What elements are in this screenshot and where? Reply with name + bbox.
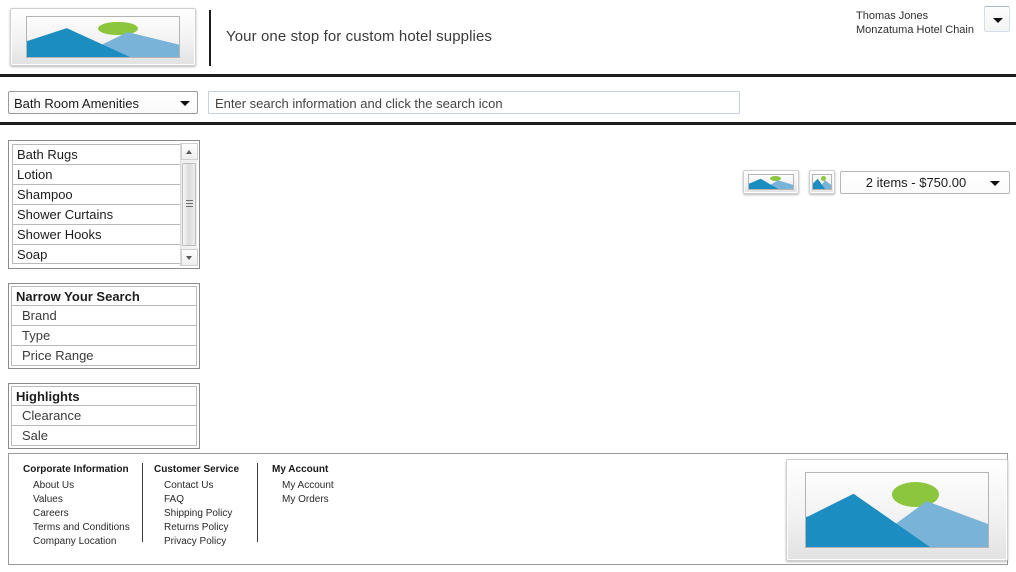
footer-link[interactable]: Values — [23, 493, 130, 507]
footer-link[interactable]: Returns Policy — [154, 521, 239, 535]
user-menu-button[interactable] — [984, 6, 1010, 32]
site-tagline: Your one stop for custom hotel supplies — [226, 28, 493, 45]
category-list-item[interactable]: Lotion — [12, 164, 182, 184]
sidebar: Bath Rugs Lotion Shampoo Shower Curtains Sho… — [8, 140, 200, 449]
cart-summary-label: 2 items - $750.00 — [865, 175, 967, 190]
footer-logo-inner-frame — [804, 472, 990, 548]
footer-link[interactable]: My Orders — [272, 493, 334, 507]
sidebar-panel-item[interactable]: Price Range — [11, 346, 197, 366]
search-bar: Bath Room Amenities Enter search informa… — [0, 80, 1016, 194]
footer-link[interactable]: Contact Us — [154, 479, 239, 493]
scroll-down-button[interactable] — [181, 249, 198, 266]
footer-link[interactable]: FAQ — [154, 493, 239, 507]
footer-link[interactable]: Company Location — [23, 535, 130, 549]
triangle-down-icon — [186, 256, 192, 260]
footer-link[interactable]: About Us — [23, 479, 130, 493]
category-list-item[interactable]: Bath Rugs — [12, 144, 182, 164]
site-header: Your one stop for custom hotel supplies … — [0, 0, 1016, 77]
sidebar-panel-item[interactable]: Type — [11, 326, 197, 346]
chevron-down-icon — [993, 18, 1003, 23]
scroll-up-button[interactable] — [181, 143, 198, 160]
logo-inner-frame — [25, 15, 181, 59]
category-select[interactable]: Bath Room Amenities — [8, 91, 198, 114]
user-company: Monzatuma Hotel Chain — [855, 24, 974, 36]
sidebar-panel-title: Highlights — [11, 386, 197, 406]
category-list-item[interactable]: Shampoo — [12, 184, 182, 204]
chevron-down-icon — [990, 181, 1000, 186]
category-list-item[interactable]: Shower Hooks — [12, 224, 182, 244]
search-input[interactable]: Enter search information and click the s… — [208, 91, 740, 114]
search-button-inner-frame — [748, 173, 794, 191]
search-button[interactable] — [743, 170, 799, 194]
footer-column: Corporate Information About Us Values Caree… — [23, 463, 130, 549]
scrollbar-thumb[interactable] — [182, 163, 196, 246]
grip-icon — [186, 200, 193, 207]
chevron-down-icon — [180, 101, 190, 106]
image-placeholder-icon[interactable] — [786, 459, 1008, 561]
user-info: Thomas Jones Monzatuma Hotel Chain — [856, 9, 974, 37]
site-footer: Corporate Information About Us Values Caree… — [8, 453, 1008, 565]
footer-column: Customer Service Contact Us FAQ Shipping Po… — [154, 463, 239, 549]
category-list-item[interactable]: Shower Curtains — [12, 204, 182, 224]
category-list[interactable]: Bath Rugs Lotion Shampoo Shower Curtains Sho… — [8, 140, 200, 269]
sidebar-panel-item[interactable]: Brand — [11, 306, 197, 326]
footer-column-heading: My Account — [272, 464, 329, 475]
sidebar-panel: Highlights Clearance Sale — [8, 383, 200, 449]
footer-column: My Account My Account My Orders — [272, 463, 334, 507]
category-select-value: Bath Room Amenities — [14, 96, 140, 111]
category-list-rows: Bath Rugs Lotion Shampoo Shower Curtains Sho… — [12, 144, 182, 264]
cart-summary-dropdown[interactable]: 2 items - $750.00 — [840, 171, 1010, 194]
sidebar-panels: Narrow Your Search Brand Type Price Range Hi… — [8, 283, 200, 449]
header-divider — [209, 10, 211, 66]
category-list-item[interactable]: Soap — [12, 244, 182, 264]
sidebar-panel-item[interactable]: Sale — [11, 426, 197, 446]
sidebar-panel-item[interactable]: Clearance — [11, 406, 197, 426]
sidebar-panel-title: Narrow Your Search — [11, 286, 197, 306]
footer-link[interactable]: Careers — [23, 507, 130, 521]
footer-column-heading: Corporate Information — [23, 464, 129, 475]
cart-icon-button[interactable] — [809, 170, 835, 194]
cart-button-inner-frame — [811, 173, 833, 191]
triangle-up-icon — [186, 150, 192, 154]
footer-link[interactable]: Shipping Policy — [154, 507, 239, 521]
page-root: Your one stop for custom hotel supplies … — [0, 0, 1016, 572]
image-placeholder-icon[interactable] — [10, 8, 196, 66]
footer-link[interactable]: Terms and Conditions — [23, 521, 130, 535]
footer-column-heading: Customer Service — [154, 464, 240, 475]
footer-divider — [257, 463, 258, 542]
category-list-scrollbar[interactable] — [180, 143, 198, 266]
footer-link[interactable]: My Account — [272, 479, 334, 493]
footer-divider — [142, 463, 143, 542]
sidebar-panel: Narrow Your Search Brand Type Price Range — [8, 283, 200, 369]
user-name: Thomas Jones — [855, 10, 929, 22]
footer-link[interactable]: Privacy Policy — [154, 535, 239, 549]
